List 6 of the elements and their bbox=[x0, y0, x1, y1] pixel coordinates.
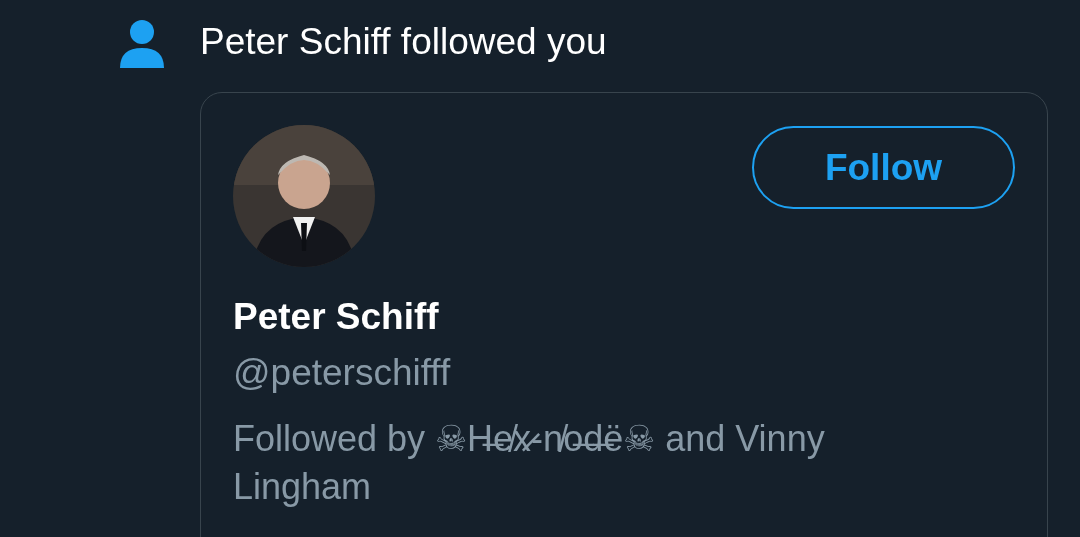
profile-handle: @peterschifff bbox=[233, 351, 452, 395]
notification-text: Peter Schiff followed you bbox=[200, 20, 607, 65]
person-icon bbox=[118, 20, 166, 70]
follow-button[interactable]: Follow bbox=[752, 126, 1015, 209]
followed-by-text: Followed by ☠H̶e̸x̷-n̸o̶d̶ë☠ and Vinny Lingham bbox=[233, 417, 826, 509]
profile-name: Peter Schiff bbox=[233, 295, 440, 339]
